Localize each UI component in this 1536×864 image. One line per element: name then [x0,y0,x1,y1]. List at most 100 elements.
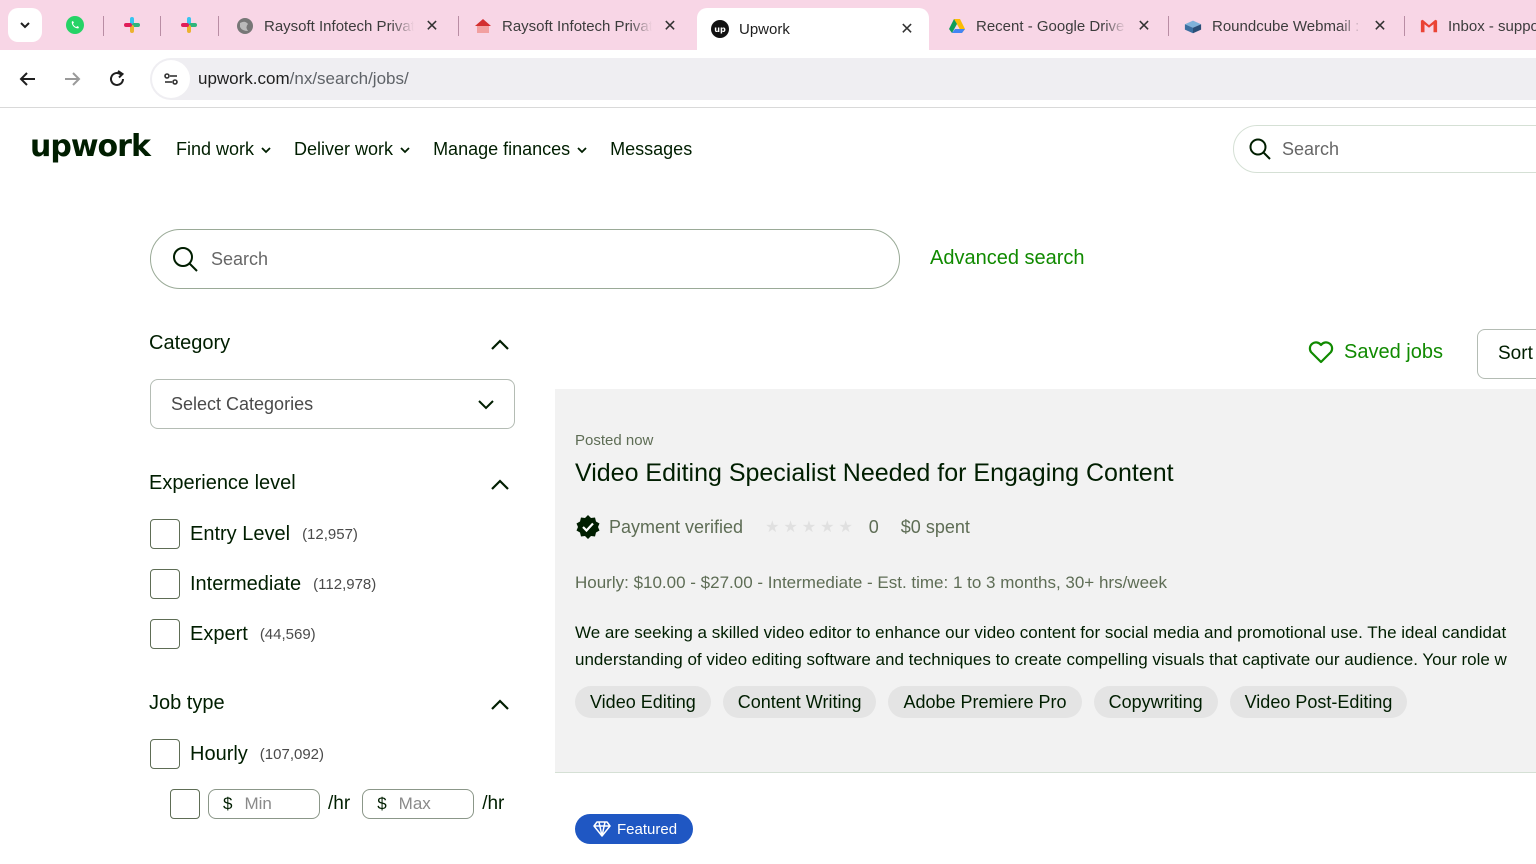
back-button[interactable] [12,63,44,95]
checkbox[interactable] [150,519,180,549]
tab-title: Inbox - suppo [1448,17,1536,35]
category-filter-title[interactable]: Category [149,332,230,355]
rate-unit-label: /hr [328,793,351,814]
svg-text:up: up [714,24,726,34]
close-tab-icon[interactable]: ✕ [899,19,915,39]
search-icon [173,247,198,272]
star-icon: ★ [801,519,817,536]
pinned-tab-whatsapp[interactable] [52,8,98,42]
job-title[interactable]: Video Editing Specialist Needed for Enga… [575,459,1174,488]
roundcube-icon [1184,17,1202,35]
upwork-logo[interactable]: upwork [30,129,151,164]
browser-toolbar: upwork.com/nx/search/jobs/ [0,50,1536,108]
job-type-filter-title[interactable]: Job type [149,692,225,715]
saved-jobs-link[interactable]: Saved jobs [1308,340,1443,364]
skill-tag[interactable]: Adobe Premiere Pro [888,686,1082,718]
skill-tag[interactable]: Copywriting [1093,686,1218,718]
browser-tab[interactable]: Recent - Google Drive ✕ [934,8,1166,44]
chevron-down-icon [20,22,30,29]
close-tab-icon[interactable]: ✕ [662,16,678,36]
tab-title: Upwork [739,20,790,38]
close-tab-icon[interactable]: ✕ [1372,16,1388,36]
checkbox[interactable] [150,739,180,769]
rate-checkbox[interactable] [170,789,200,819]
tab-title: Raysoft Infotech Privat [264,17,414,35]
verified-badge-icon [576,515,600,539]
nav-deliver-work[interactable]: Deliver work [294,139,411,160]
chevron-down-icon [261,146,271,153]
chevron-up-icon[interactable] [489,474,511,496]
reload-icon [110,70,125,86]
job-search-input[interactable]: Search [150,229,900,289]
url-text: upwork.com/nx/search/jobs/ [198,69,409,88]
client-rating-stars: ★ ★ ★ ★ ★ [765,517,853,537]
site-info-icon[interactable] [152,60,190,98]
upwork-icon: up [711,20,729,38]
job-meta: Hourly: $10.00 - $27.00 - Intermediate -… [575,573,1167,592]
client-info: Payment verified ★ ★ ★ ★ ★ 0 $0 spent [575,514,970,540]
skill-tag[interactable]: Video Editing [575,686,711,718]
globe-icon [236,17,254,35]
client-rating-value: 0 [868,516,879,537]
header-search-input[interactable]: Search [1233,125,1536,173]
nav-manage-finances[interactable]: Manage finances [433,139,588,160]
browser-tab-bar: Raysoft Infotech Privat ✕ Raysoft Infote… [0,0,1536,50]
checkbox[interactable] [150,619,180,649]
chevron-down-icon [400,146,410,153]
pinned-tab-slack-1[interactable] [109,8,155,42]
advanced-search-link[interactable]: Advanced search [930,247,1085,270]
tab-search-button[interactable] [8,8,42,42]
heart-icon [1308,341,1334,364]
browser-tab[interactable]: Roundcube Webmail : ✕ [1170,8,1402,44]
search-icon [1249,138,1271,160]
nav-messages[interactable]: Messages [610,139,692,160]
address-bar[interactable]: upwork.com/nx/search/jobs/ [150,58,1536,100]
browser-tab[interactable]: Raysoft Infotech Privat ✕ [460,8,692,44]
browser-tab[interactable]: Raysoft Infotech Privat ✕ [222,8,454,44]
hourly-rate-range: $ Min /hr $ Max /hr [170,789,504,819]
close-tab-icon[interactable]: ✕ [1136,16,1152,36]
gmail-icon [1420,17,1438,35]
reload-button[interactable] [101,63,133,95]
chevron-down-icon [478,400,494,410]
job-type-option-hourly[interactable]: Hourly (107,092) [150,739,324,769]
close-tab-icon[interactable]: ✕ [424,16,440,36]
star-icon: ★ [838,519,853,536]
pinned-tab-slack-2[interactable] [166,8,212,42]
job-card[interactable]: Posted now Video Editing Specialist Need… [555,389,1536,773]
forward-button[interactable] [56,63,88,95]
experience-option-intermediate[interactable]: Intermediate (112,978) [150,569,376,599]
slack-icon [124,17,140,33]
star-icon: ★ [783,519,798,536]
experience-option-entry[interactable]: Entry Level (12,957) [150,519,358,549]
diamond-icon [593,821,611,837]
browser-tab[interactable]: Inbox - suppo [1406,8,1536,44]
chevron-down-icon [577,146,587,153]
experience-filter-title[interactable]: Experience level [149,472,296,495]
browser-tab-active[interactable]: up Upwork ✕ [697,8,929,50]
nav-find-work[interactable]: Find work [176,139,272,160]
arrow-left-icon [19,72,35,86]
slack-icon [181,17,197,33]
star-icon: ★ [765,519,780,536]
min-rate-input[interactable]: $ Min [208,789,320,819]
experience-option-expert[interactable]: Expert (44,569) [150,619,316,649]
tab-title: Roundcube Webmail : [1212,17,1360,35]
google-drive-icon [948,17,966,35]
skill-tag[interactable]: Content Writing [722,686,877,718]
category-select[interactable]: Select Categories [150,379,515,429]
site-header: upwork Find work Deliver work Manage fin… [0,109,1536,191]
sort-dropdown[interactable]: Sort [1477,329,1536,379]
rate-unit-label: /hr [482,793,505,814]
max-rate-input[interactable]: $ Max [362,789,475,819]
payment-verified-label: Payment verified [609,516,744,537]
checkbox[interactable] [150,569,180,599]
skill-tag[interactable]: Video Post-Editing [1229,686,1408,718]
chevron-up-icon[interactable] [489,694,511,716]
skill-list: Video Editing Content Writing Adobe Prem… [575,686,1408,718]
whatsapp-icon [66,16,84,34]
client-spent: $0 spent [900,516,970,537]
chevron-up-icon[interactable] [489,334,511,356]
main-nav: Find work Deliver work Manage finances M… [176,139,692,160]
tab-title: Raysoft Infotech Privat [502,17,652,35]
